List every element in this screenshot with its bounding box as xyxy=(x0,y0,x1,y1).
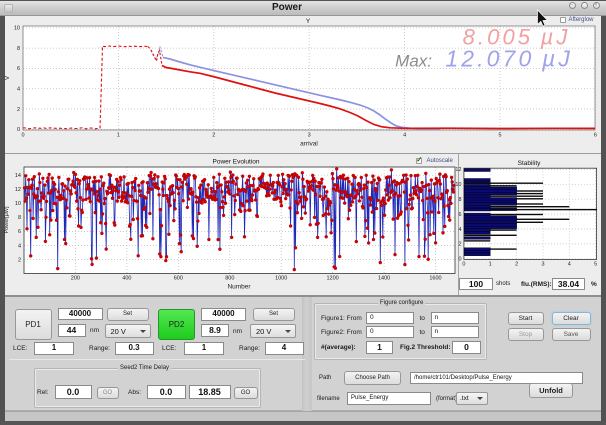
svg-text:6: 6 xyxy=(458,212,461,218)
svg-text:200: 200 xyxy=(71,276,80,282)
svg-text:V: V xyxy=(4,75,11,80)
svg-text:3: 3 xyxy=(308,133,311,139)
svg-text:1: 1 xyxy=(117,133,120,139)
svg-text:5: 5 xyxy=(594,262,597,268)
svg-text:12: 12 xyxy=(15,187,21,193)
svg-text:1200: 1200 xyxy=(326,276,338,282)
svg-text:4: 4 xyxy=(568,262,571,268)
svg-text:4: 4 xyxy=(17,87,20,93)
svg-text:12.070 µJ: 12.070 µJ xyxy=(445,46,573,72)
svg-text:10: 10 xyxy=(15,201,21,207)
svg-text:4: 4 xyxy=(18,243,21,249)
svg-text:1400: 1400 xyxy=(378,276,390,282)
svg-text:400: 400 xyxy=(122,276,131,282)
svg-text:1600: 1600 xyxy=(429,276,441,282)
svg-text:Stability: Stability xyxy=(518,160,542,167)
svg-text:Power Evolution: Power Evolution xyxy=(213,159,260,166)
svg-text:10: 10 xyxy=(14,26,20,32)
svg-text:2: 2 xyxy=(18,257,21,263)
svg-text:8: 8 xyxy=(458,197,461,203)
svg-text:800: 800 xyxy=(225,276,234,282)
svg-text:2: 2 xyxy=(17,107,20,113)
svg-text:3: 3 xyxy=(541,262,544,268)
svg-text:14: 14 xyxy=(15,173,21,179)
svg-text:12: 12 xyxy=(455,167,461,173)
svg-text:6: 6 xyxy=(594,133,597,139)
svg-text:10: 10 xyxy=(455,182,461,188)
svg-text:Number: Number xyxy=(227,284,251,291)
svg-text:2: 2 xyxy=(458,242,461,248)
svg-text:0: 0 xyxy=(462,262,465,268)
svg-text:6: 6 xyxy=(17,66,20,72)
svg-text:8: 8 xyxy=(18,215,21,221)
svg-text:0: 0 xyxy=(21,133,24,139)
svg-text:2: 2 xyxy=(515,262,518,268)
svg-text:600: 600 xyxy=(174,276,183,282)
svg-text:0: 0 xyxy=(458,257,461,263)
svg-text:1000: 1000 xyxy=(275,276,287,282)
svg-text:8: 8 xyxy=(17,46,20,52)
svg-text:5: 5 xyxy=(498,133,501,139)
svg-text:Power[µW]: Power[µW] xyxy=(4,206,10,233)
svg-text:6: 6 xyxy=(18,229,21,235)
svg-text:0: 0 xyxy=(17,127,20,133)
svg-text:4: 4 xyxy=(403,133,406,139)
svg-text:2: 2 xyxy=(212,133,215,139)
svg-text:Y: Y xyxy=(306,18,311,25)
svg-text:1: 1 xyxy=(489,262,492,268)
svg-text:Max:: Max: xyxy=(395,52,432,71)
svg-text:arrival: arrival xyxy=(300,141,318,148)
svg-text:4: 4 xyxy=(458,227,461,233)
